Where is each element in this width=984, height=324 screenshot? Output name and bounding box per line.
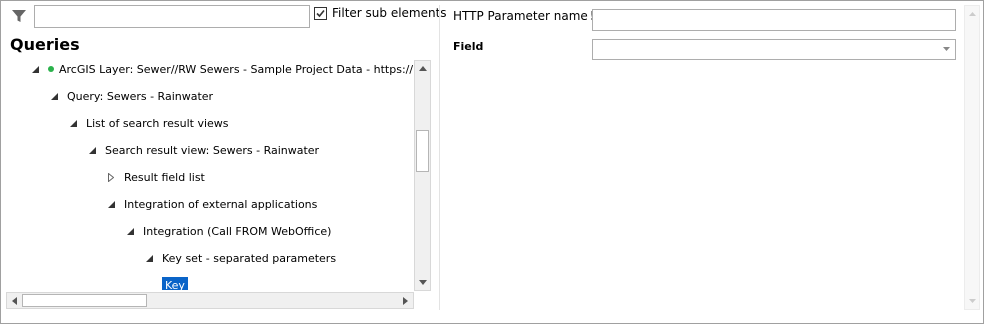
- properties-vertical-scrollbar[interactable]: [964, 5, 980, 310]
- arrow-up-icon: [418, 66, 427, 71]
- arrow-left-icon: [12, 296, 17, 305]
- chevron-down-icon: [943, 47, 950, 51]
- tree-horizontal-scrollbar[interactable]: [6, 292, 414, 309]
- expanded-triangle-icon[interactable]: [124, 225, 136, 237]
- tree-item[interactable]: List of search result views: [67, 113, 229, 133]
- field-select[interactable]: [592, 39, 956, 60]
- tree-item[interactable]: Query: Sewers - Rainwater: [48, 86, 213, 106]
- tree-item[interactable]: Key set - separated parameters: [143, 248, 336, 268]
- field-label: Field: [453, 40, 484, 53]
- tree-item-label: Key: [162, 276, 188, 290]
- query-editor-panel: Filter sub elements Queries ArcGIS Layer…: [0, 0, 984, 324]
- tree-item-label: Result field list: [124, 170, 205, 184]
- tree-item-label: Key set - separated parameters: [162, 251, 337, 265]
- expanded-triangle-icon[interactable]: [105, 198, 117, 210]
- expanded-triangle-icon[interactable]: [143, 252, 155, 264]
- arrow-down-icon: [418, 280, 427, 285]
- http-parameter-label: HTTP Parameter name!: [453, 9, 595, 23]
- filter-icon[interactable]: [11, 8, 27, 24]
- filter-sub-elements-checkbox[interactable]: [314, 7, 327, 20]
- pane-divider[interactable]: [439, 5, 440, 310]
- tree-item-label: Query: Sewers - Rainwater: [67, 89, 214, 103]
- expanded-triangle-icon[interactable]: [29, 63, 41, 75]
- tree-item-label: List of search result views: [86, 116, 229, 130]
- tree-vertical-scrollbar[interactable]: [414, 60, 431, 291]
- tree-item-label: Integration of external applications: [124, 197, 318, 211]
- tree-item-label: ArcGIS Layer: Sewer//RW Sewers - Sample …: [59, 62, 413, 76]
- status-dot-icon: [48, 66, 54, 72]
- arrow-right-icon: [403, 296, 408, 305]
- scroll-up-button[interactable]: [415, 61, 430, 76]
- collapsed-triangle-icon[interactable]: [105, 171, 117, 183]
- horizontal-scroll-thumb[interactable]: [22, 294, 147, 307]
- tree-item[interactable]: ArcGIS Layer: Sewer//RW Sewers - Sample …: [29, 59, 413, 79]
- tree-item[interactable]: Key: [162, 275, 188, 290]
- queries-title: Queries: [10, 35, 80, 54]
- tree-item[interactable]: Integration of external applications: [105, 194, 317, 214]
- filter-input[interactable]: [34, 5, 310, 28]
- scroll-left-button[interactable]: [7, 293, 22, 308]
- tree-item-label: Integration (Call FROM WebOffice): [143, 224, 332, 238]
- expanded-triangle-icon[interactable]: [86, 144, 98, 156]
- tree-item[interactable]: Result field list: [105, 167, 205, 187]
- query-tree: ArcGIS Layer: Sewer//RW Sewers - Sample …: [9, 59, 413, 290]
- expanded-triangle-icon[interactable]: [48, 90, 60, 102]
- expanded-triangle-icon[interactable]: [67, 117, 79, 129]
- http-parameter-input[interactable]: [592, 9, 956, 31]
- tree-item[interactable]: Search result view: Sewers - Rainwater: [86, 140, 319, 160]
- scroll-down-button[interactable]: [415, 275, 430, 290]
- checkmark-icon: [316, 9, 325, 18]
- scroll-right-button[interactable]: [398, 293, 413, 308]
- tree-item-label: Search result view: Sewers - Rainwater: [105, 143, 320, 157]
- vertical-scroll-thumb[interactable]: [416, 130, 429, 172]
- http-parameter-label-text: HTTP Parameter name: [453, 9, 588, 23]
- filter-sub-elements-label: Filter sub elements: [332, 6, 447, 20]
- tree-item[interactable]: Integration (Call FROM WebOffice): [124, 221, 331, 241]
- arrow-up-icon: [969, 12, 976, 16]
- arrow-down-icon: [969, 299, 976, 303]
